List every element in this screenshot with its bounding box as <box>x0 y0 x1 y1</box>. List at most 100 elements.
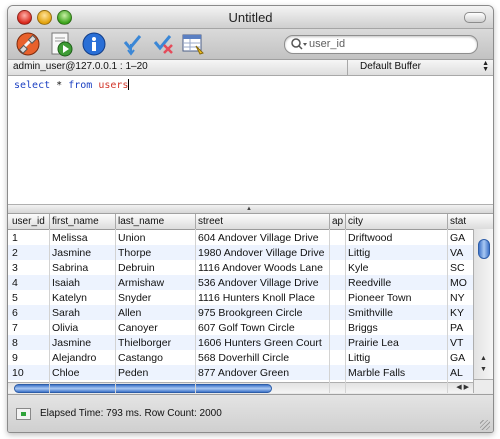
column-divider[interactable] <box>345 214 346 229</box>
column-divider[interactable] <box>329 214 330 229</box>
column-header-user-id[interactable]: user_id <box>12 216 45 227</box>
cell-last-name[interactable]: Canoyer <box>118 322 193 334</box>
cell-user-id[interactable]: 3 <box>12 262 47 274</box>
toolbar-toggle-button[interactable] <box>464 12 486 23</box>
cell-stat[interactable]: NY <box>450 292 471 304</box>
cell-last-name[interactable]: Armishaw <box>118 277 193 289</box>
table-row[interactable]: 7 Olivia Canoyer 607 Golf Town Circle Briggs… <box>8 320 473 335</box>
cell-city[interactable]: Driftwood <box>348 232 445 244</box>
cell-first-name[interactable]: Jasmine <box>52 247 113 259</box>
table-row[interactable]: 4 Isaiah Armishaw 536 Andover Village Drive… <box>8 275 473 290</box>
query-editor[interactable]: select * from users <box>8 76 493 205</box>
cell-street[interactable]: 536 Andover Village Drive <box>198 277 327 289</box>
cell-user-id[interactable]: 7 <box>12 322 47 334</box>
cell-user-id[interactable]: 10 <box>12 367 47 379</box>
vertical-scrollbar[interactable]: ▲ ▼ <box>473 229 493 379</box>
cell-user-id[interactable]: 4 <box>12 277 47 289</box>
table-row[interactable]: 6 Sarah Allen 975 Brookgreen Circle Smithvil… <box>8 305 473 320</box>
cell-city[interactable]: Littig <box>348 352 445 364</box>
cell-stat[interactable]: SC <box>450 262 471 274</box>
move-up-button[interactable] <box>150 31 176 57</box>
table-row[interactable]: 2 Jasmine Thorpe 1980 Andover Village Drive… <box>8 245 473 260</box>
cell-city[interactable]: Smithville <box>348 307 445 319</box>
run-query-button[interactable] <box>48 31 74 57</box>
cell-city[interactable]: Pioneer Town <box>348 292 445 304</box>
cell-last-name[interactable]: Thielborger <box>118 337 193 349</box>
cell-first-name[interactable]: Melissa <box>52 232 113 244</box>
cell-last-name[interactable]: Castango <box>118 352 193 364</box>
cell-first-name[interactable]: Chloe <box>52 367 113 379</box>
move-down-button[interactable] <box>120 31 146 57</box>
scroll-left-right-arrows-icon[interactable]: ◀ ▶ <box>456 383 469 391</box>
cell-city[interactable]: Briggs <box>348 322 445 334</box>
cell-first-name[interactable]: Sarah <box>52 307 113 319</box>
cell-user-id[interactable]: 1 <box>12 232 47 244</box>
pane-splitter[interactable]: ▲ <box>8 205 493 214</box>
search-input[interactable]: user_id <box>309 38 345 50</box>
cell-city[interactable]: Reedville <box>348 277 445 289</box>
cell-last-name[interactable]: Peden <box>118 367 193 379</box>
cell-first-name[interactable]: Jasmine <box>52 337 113 349</box>
column-divider[interactable] <box>49 214 50 229</box>
cell-street[interactable]: 1116 Andover Woods Lane <box>198 262 327 274</box>
column-header-ap[interactable]: ap <box>332 216 343 227</box>
cell-street[interactable]: 607 Golf Town Circle <box>198 322 327 334</box>
cell-last-name[interactable]: Snyder <box>118 292 193 304</box>
table-row[interactable]: 3 Sabrina Debruin 1116 Andover Woods Lane Ky… <box>8 260 473 275</box>
column-divider[interactable] <box>447 214 448 229</box>
column-header-stat[interactable]: stat <box>450 216 466 227</box>
cell-stat[interactable]: PA <box>450 322 471 334</box>
cell-stat[interactable]: VT <box>450 337 471 349</box>
cell-stat[interactable]: KY <box>450 307 471 319</box>
cell-street[interactable]: 975 Brookgreen Circle <box>198 307 327 319</box>
cell-city[interactable]: Marble Falls <box>348 367 445 379</box>
buffer-select[interactable]: Default Buffer ▲ ▼ <box>347 60 493 75</box>
cell-stat[interactable]: VA <box>450 247 471 259</box>
table-row[interactable]: 1 Melissa Union 604 Andover Village Drive Dr… <box>8 230 473 245</box>
cell-last-name[interactable]: Allen <box>118 307 193 319</box>
cell-stat[interactable]: GA <box>450 232 471 244</box>
cell-user-id[interactable]: 9 <box>12 352 47 364</box>
results-grid[interactable]: user_id first_name last_name street ap city st… <box>8 214 493 393</box>
column-header-street[interactable]: street <box>198 216 223 227</box>
table-row[interactable]: 10 Chloe Peden 877 Andover Green Marble Fall… <box>8 365 473 380</box>
cell-street[interactable]: 604 Andover Village Drive <box>198 232 327 244</box>
cell-street[interactable]: 1980 Andover Village Drive <box>198 247 327 259</box>
cell-first-name[interactable]: Katelyn <box>52 292 113 304</box>
cell-street[interactable]: 1606 Hunters Green Court <box>198 337 327 349</box>
cell-city[interactable]: Littig <box>348 247 445 259</box>
cell-street[interactable]: 877 Andover Green <box>198 367 327 379</box>
scroll-down-arrow-icon[interactable]: ▼ <box>480 366 487 373</box>
search-field[interactable]: user_id <box>284 35 478 54</box>
horizontal-scrollbar[interactable]: ◀ ▶ <box>8 382 473 393</box>
info-button[interactable] <box>81 31 107 57</box>
scroll-up-arrow-icon[interactable]: ▲ <box>480 355 487 362</box>
cell-user-id[interactable]: 2 <box>12 247 47 259</box>
table-row[interactable]: 8 Jasmine Thielborger 1606 Hunters Green Co… <box>8 335 473 350</box>
cell-user-id[interactable]: 5 <box>12 292 47 304</box>
column-header-last-name[interactable]: last_name <box>118 216 164 227</box>
table-row[interactable]: 5 Katelyn Snyder 1116 Hunters Knoll Place Pi… <box>8 290 473 305</box>
column-divider[interactable] <box>115 214 116 229</box>
table-row[interactable]: 9 Alejandro Castango 568 Doverhill Circle Li… <box>8 350 473 365</box>
cell-first-name[interactable]: Alejandro <box>52 352 113 364</box>
resize-grip-icon[interactable] <box>480 420 490 430</box>
cell-user-id[interactable]: 8 <box>12 337 47 349</box>
query-text[interactable]: select * from users <box>14 79 130 91</box>
cell-last-name[interactable]: Debruin <box>118 262 193 274</box>
horizontal-scroll-thumb[interactable] <box>14 384 272 393</box>
cell-stat[interactable]: GA <box>450 352 471 364</box>
grid-edit-button[interactable] <box>180 31 206 57</box>
column-divider[interactable] <box>195 214 196 229</box>
cell-last-name[interactable]: Union <box>118 232 193 244</box>
cell-street[interactable]: 568 Doverhill Circle <box>198 352 327 364</box>
vertical-scroll-thumb[interactable] <box>478 239 490 259</box>
cell-city[interactable]: Prairie Lea <box>348 337 445 349</box>
connect-button[interactable] <box>15 31 41 57</box>
cell-last-name[interactable]: Thorpe <box>118 247 193 259</box>
cell-first-name[interactable]: Sabrina <box>52 262 113 274</box>
cell-street[interactable]: 1116 Hunters Knoll Place <box>198 292 327 304</box>
column-header-city[interactable]: city <box>348 216 363 227</box>
cell-first-name[interactable]: Isaiah <box>52 277 113 289</box>
cell-first-name[interactable]: Olivia <box>52 322 113 334</box>
